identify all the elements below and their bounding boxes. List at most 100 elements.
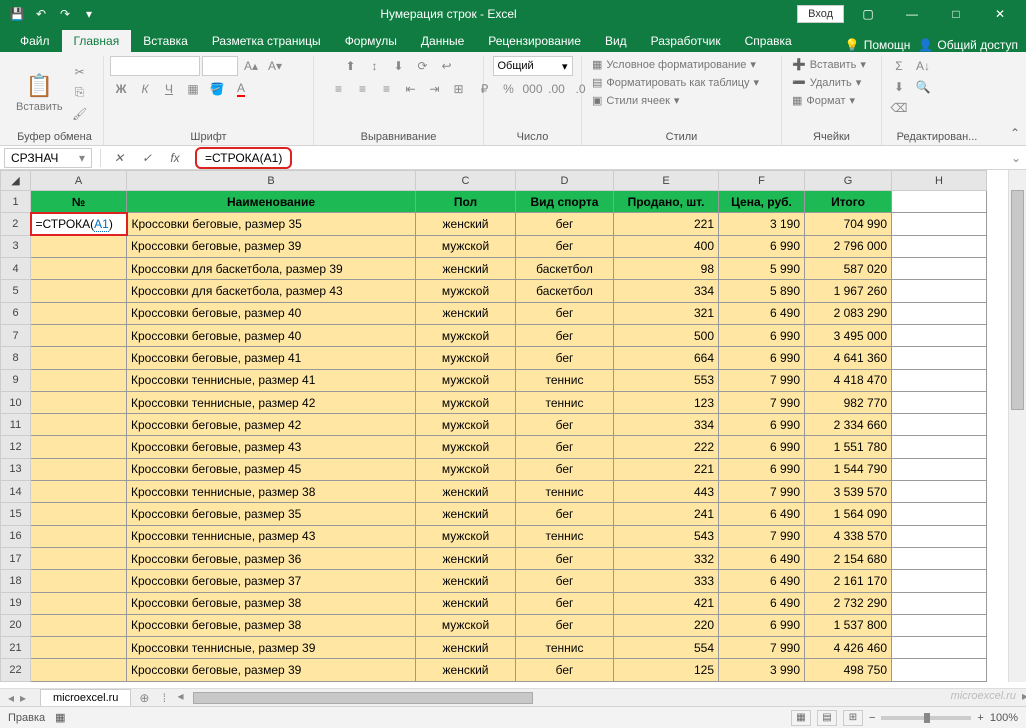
align-top-icon[interactable]: ⬆ [340,56,362,76]
cell[interactable] [892,547,987,569]
cell[interactable]: Кроссовки для баскетбола, размер 43 [127,280,416,302]
minimize-icon[interactable]: — [892,0,932,28]
cell[interactable] [892,592,987,614]
cell[interactable]: Кроссовки беговые, размер 45 [127,458,416,480]
cell[interactable]: 5 890 [719,280,805,302]
cell[interactable]: бег [516,547,614,569]
copy-icon[interactable]: ⎘ [69,83,91,103]
cancel-formula-icon[interactable]: ✕ [107,148,131,168]
currency-icon[interactable]: ₽ [474,79,496,99]
sheet-nav-next-icon[interactable]: ▸ [18,691,28,705]
fx-button[interactable]: fx [163,148,187,168]
wrap-text-icon[interactable]: ↩ [436,56,458,76]
decrease-indent-icon[interactable]: ⇤ [400,79,422,99]
cell[interactable]: 2 161 170 [805,570,892,592]
conditional-formatting-button[interactable]: ▦Условное форматирование▾ [588,56,760,73]
row-header[interactable]: 19 [1,592,31,614]
cell[interactable] [31,570,127,592]
cell[interactable] [892,503,987,525]
cell[interactable]: 553 [614,369,719,391]
row-header[interactable]: 5 [1,280,31,302]
cell[interactable]: 7 990 [719,391,805,413]
align-left-icon[interactable]: ≡ [328,79,350,99]
paste-button[interactable]: 📋 Вставить [12,71,67,115]
table-header[interactable]: Итого [805,191,892,213]
table-header[interactable]: № [31,191,127,213]
cell[interactable] [892,481,987,503]
cell[interactable] [892,280,987,302]
cell[interactable]: теннис [516,369,614,391]
tab-data[interactable]: Данные [409,30,476,52]
cell[interactable] [31,458,127,480]
font-color-icon[interactable]: A [230,79,252,99]
sort-filter-icon[interactable]: A↓ [912,56,934,76]
maximize-icon[interactable]: □ [936,0,976,28]
row-header[interactable]: 17 [1,547,31,569]
clear-icon[interactable]: ⌫ [888,98,910,118]
scrollbar-thumb[interactable] [193,692,533,704]
cell[interactable] [31,391,127,413]
cell[interactable]: бег [516,503,614,525]
cell[interactable] [31,547,127,569]
row-header[interactable]: 15 [1,503,31,525]
orientation-icon[interactable]: ⟳ [412,56,434,76]
page-break-view-icon[interactable]: ⊞ [843,710,863,726]
font-name-combo[interactable] [110,56,200,76]
zoom-in-icon[interactable]: + [977,712,983,724]
cell[interactable]: 123 [614,391,719,413]
row-header[interactable]: 3 [1,235,31,257]
format-cells-button[interactable]: ▦Формат▾ [788,92,859,109]
cell[interactable]: 2 154 680 [805,547,892,569]
col-header[interactable]: A [31,171,127,191]
cell[interactable]: женский [416,592,516,614]
undo-icon[interactable]: ↶ [30,3,52,25]
cell[interactable]: 7 990 [719,525,805,547]
cell[interactable] [31,592,127,614]
cell[interactable] [31,258,127,280]
delete-cells-button[interactable]: ➖Удалить▾ [788,74,865,91]
cell[interactable]: бег [516,592,614,614]
close-icon[interactable]: ✕ [980,0,1020,28]
cell[interactable]: теннис [516,525,614,547]
cell[interactable]: 98 [614,258,719,280]
cell[interactable]: теннис [516,637,614,659]
cell[interactable]: 3 495 000 [805,324,892,346]
cell[interactable]: баскетбол [516,258,614,280]
cell[interactable] [31,481,127,503]
cell[interactable]: 220 [614,614,719,636]
select-all-corner[interactable]: ◢ [1,171,31,191]
cell[interactable]: женский [416,503,516,525]
row-header[interactable]: 2 [1,213,31,235]
cell[interactable] [892,391,987,413]
add-sheet-icon[interactable]: ⊕ [131,689,157,707]
col-header[interactable]: G [805,171,892,191]
cell[interactable] [892,525,987,547]
merge-icon[interactable]: ⊞ [448,79,470,99]
cell[interactable]: 332 [614,547,719,569]
cell[interactable]: 6 990 [719,347,805,369]
cell[interactable]: Кроссовки беговые, размер 39 [127,235,416,257]
cell[interactable]: Кроссовки беговые, размер 42 [127,414,416,436]
cell[interactable] [892,369,987,391]
cell[interactable]: 400 [614,235,719,257]
cell[interactable]: бег [516,458,614,480]
cell[interactable]: Кроссовки теннисные, размер 41 [127,369,416,391]
horizontal-scrollbar[interactable]: ◂ ▸ [191,691,1026,705]
tab-file[interactable]: Файл [8,30,62,52]
cell[interactable]: Кроссовки беговые, размер 38 [127,614,416,636]
tab-help[interactable]: Справка [733,30,804,52]
cell[interactable] [892,436,987,458]
tab-formulas[interactable]: Формулы [333,30,409,52]
font-size-combo[interactable] [202,56,238,76]
cell[interactable]: 4 418 470 [805,369,892,391]
cell[interactable] [892,302,987,324]
cell[interactable]: женский [416,570,516,592]
cell[interactable]: 6 990 [719,414,805,436]
cell[interactable]: теннис [516,391,614,413]
cell[interactable]: 1 537 800 [805,614,892,636]
cell[interactable]: Кроссовки теннисные, размер 43 [127,525,416,547]
sheet-nav-prev-icon[interactable]: ◂ [6,691,16,705]
row-header[interactable]: 21 [1,637,31,659]
tell-me-button[interactable]: 💡Помощн [845,38,911,52]
cell[interactable]: женский [416,213,516,235]
